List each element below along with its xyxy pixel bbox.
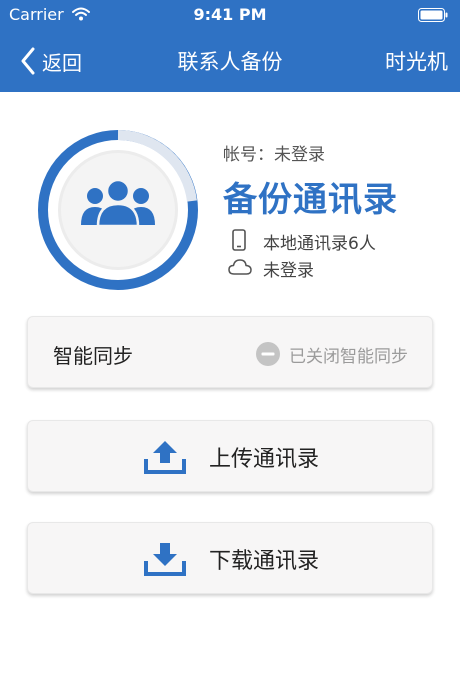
upload-label: 上传通讯录 [208,447,319,472]
smart-sync-status-label: 已关闭智能同步 [289,346,408,367]
minus-circle-icon [256,342,280,366]
backup-title: 备份通讯录 [223,180,398,220]
battery-icon [418,8,448,22]
nav-bar: 返回 联系人备份 时光机 [0,30,460,92]
header: Carrier 9:41 PM 返回 联系人备份 时光机 [0,0,460,92]
status-time: 9:41 PM [193,5,267,24]
cloud-login-status: 未登录 [263,261,314,281]
smart-sync-card[interactable]: 智能同步 已关闭智能同步 [27,316,433,388]
back-button[interactable]: 返回 [20,44,82,78]
upload-contacts-button[interactable]: 上传通讯录 [27,420,433,492]
backup-progress-ring[interactable] [37,129,199,291]
chevron-left-icon [21,47,35,75]
local-contacts-count: 本地通讯录6人 [263,234,376,254]
phone-icon [232,229,246,251]
status-bar: Carrier 9:41 PM [0,0,460,30]
download-contacts-button[interactable]: 下载通讯录 [27,522,433,594]
upload-icon [143,441,186,474]
download-label: 下载通讯录 [208,549,319,574]
upload-button-content: 上传通讯录 [28,421,434,493]
cloud-icon [228,259,252,275]
download-icon [143,543,186,576]
time-machine-button[interactable]: 时光机 [385,46,448,76]
download-button-content: 下载通讯录 [28,523,434,595]
smart-sync-status[interactable]: 已关闭智能同步 [255,341,408,367]
back-label: 返回 [42,50,82,75]
account-status: 帐号：未登录 [223,145,325,165]
smart-sync-label: 智能同步 [53,344,133,368]
